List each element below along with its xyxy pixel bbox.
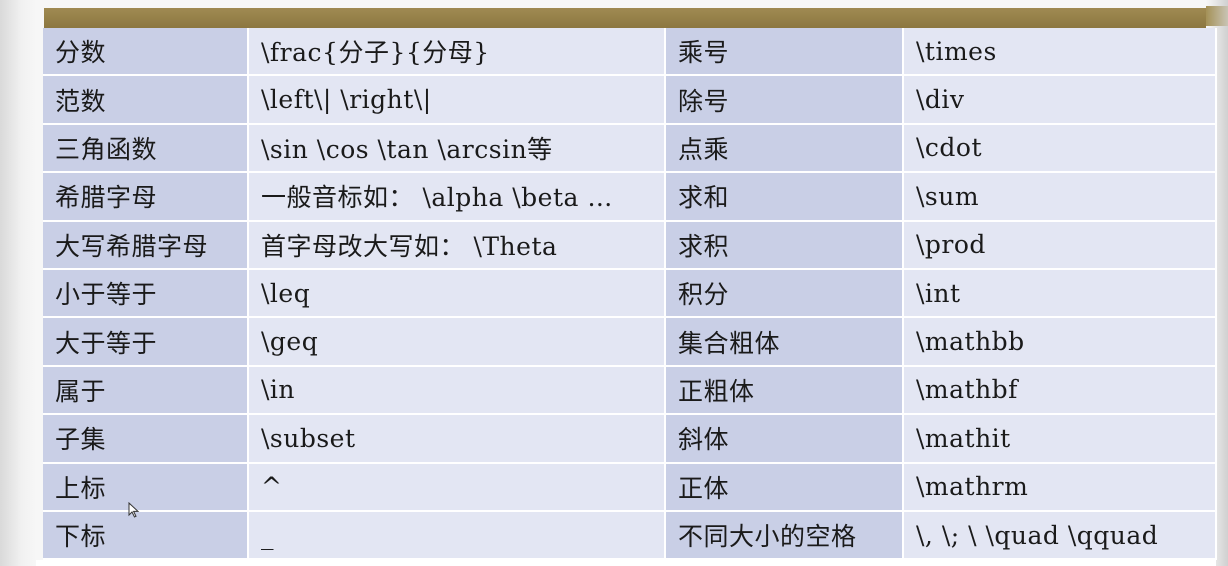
symbol-name-cell: 分数 bbox=[43, 28, 249, 77]
symbol-name-cell: 三角函数 bbox=[43, 123, 249, 174]
latex-code-cell: \cdot bbox=[903, 123, 1217, 174]
symbol-name-cell: 子集 bbox=[43, 414, 249, 464]
table-row: 大于等于 \geq 集合粗体 \mathbb bbox=[43, 317, 1217, 367]
symbol-name-cell: 不同大小的空格 bbox=[665, 510, 904, 561]
latex-code-cell: \sum bbox=[903, 172, 1217, 222]
latex-code-cell: \leq bbox=[248, 268, 666, 319]
latex-code-cell: \frac{分子}{分母} bbox=[248, 28, 666, 77]
latex-code-cell: \mathrm bbox=[903, 462, 1217, 512]
symbol-name-cell: 求积 bbox=[665, 220, 904, 270]
latex-code-cell: \sin \cos \tan \arcsin等 bbox=[248, 123, 666, 174]
symbol-name-cell: 求和 bbox=[665, 172, 904, 222]
latex-code-cell: 一般音标如： \alpha \beta … bbox=[248, 172, 666, 222]
latex-code-cell: \left\| \right\| bbox=[248, 75, 666, 125]
symbol-name-cell: 小于等于 bbox=[43, 268, 249, 319]
latex-code-cell: \prod bbox=[903, 220, 1217, 270]
symbol-name-cell: 积分 bbox=[665, 268, 904, 319]
table-body: 分数 \frac{分子}{分母} 乘号 \times 范数 \left\| \right\… bbox=[43, 28, 1217, 561]
slide-header-corner bbox=[1206, 6, 1228, 26]
latex-code-cell: \in bbox=[248, 365, 666, 416]
table-row: 下标 _ 不同大小的空格 \, \; \ \quad \qquad bbox=[43, 510, 1217, 561]
symbol-name-cell: 希腊字母 bbox=[43, 172, 249, 222]
left-shadow bbox=[0, 0, 36, 566]
latex-code-cell: 首字母改大写如： \Theta bbox=[248, 220, 666, 270]
symbol-name-cell: 除号 bbox=[665, 75, 904, 125]
latex-code-cell: \, \; \ \quad \qquad bbox=[903, 510, 1217, 561]
table-row: 子集 \subset 斜体 \mathit bbox=[43, 414, 1217, 464]
table-row: 希腊字母 一般音标如： \alpha \beta … 求和 \sum bbox=[43, 172, 1217, 222]
symbol-name-cell: 正粗体 bbox=[665, 365, 904, 416]
latex-code-cell: \int bbox=[903, 268, 1217, 319]
table-row: 三角函数 \sin \cos \tan \arcsin等 点乘 \cdot bbox=[43, 123, 1217, 174]
symbol-name-cell: 大于等于 bbox=[43, 317, 249, 367]
symbol-name-cell: 上标 bbox=[43, 462, 249, 512]
symbol-name-cell: 乘号 bbox=[665, 28, 904, 77]
latex-symbol-table: 分数 \frac{分子}{分母} 乘号 \times 范数 \left\| \right\… bbox=[43, 28, 1217, 561]
symbol-name-cell: 大写希腊字母 bbox=[43, 220, 249, 270]
slide-bottom-edge bbox=[36, 560, 1216, 566]
latex-code-cell: ^ bbox=[248, 462, 666, 512]
symbol-name-cell: 范数 bbox=[43, 75, 249, 125]
symbol-name-cell: 斜体 bbox=[665, 414, 904, 464]
latex-code-cell: \div bbox=[903, 75, 1217, 125]
latex-code-cell: \mathit bbox=[903, 414, 1217, 464]
latex-code-cell: \geq bbox=[248, 317, 666, 367]
latex-code-cell: _ bbox=[248, 510, 666, 561]
latex-code-cell: \mathbb bbox=[903, 317, 1217, 367]
table-row: 大写希腊字母 首字母改大写如： \Theta 求积 \prod bbox=[43, 220, 1217, 270]
symbol-name-cell: 点乘 bbox=[665, 123, 904, 174]
slide: 分数 \frac{分子}{分母} 乘号 \times 范数 \left\| \right\… bbox=[0, 0, 1228, 566]
table-row: 范数 \left\| \right\| 除号 \div bbox=[43, 75, 1217, 125]
symbol-name-cell: 下标 bbox=[43, 510, 249, 561]
symbol-name-cell: 正体 bbox=[665, 462, 904, 512]
latex-code-cell: \times bbox=[903, 28, 1217, 77]
table-row: 分数 \frac{分子}{分母} 乘号 \times bbox=[43, 28, 1217, 77]
latex-code-cell: \mathbf bbox=[903, 365, 1217, 416]
table-row: 上标 ^ 正体 \mathrm bbox=[43, 462, 1217, 512]
symbol-name-cell: 集合粗体 bbox=[665, 317, 904, 367]
table-row: 属于 \in 正粗体 \mathbf bbox=[43, 365, 1217, 416]
slide-header-bar bbox=[44, 8, 1206, 28]
mouse-pointer-icon bbox=[128, 502, 140, 518]
latex-code-cell: \subset bbox=[248, 414, 666, 464]
symbol-name-cell: 属于 bbox=[43, 365, 249, 416]
table-row: 小于等于 \leq 积分 \int bbox=[43, 268, 1217, 319]
